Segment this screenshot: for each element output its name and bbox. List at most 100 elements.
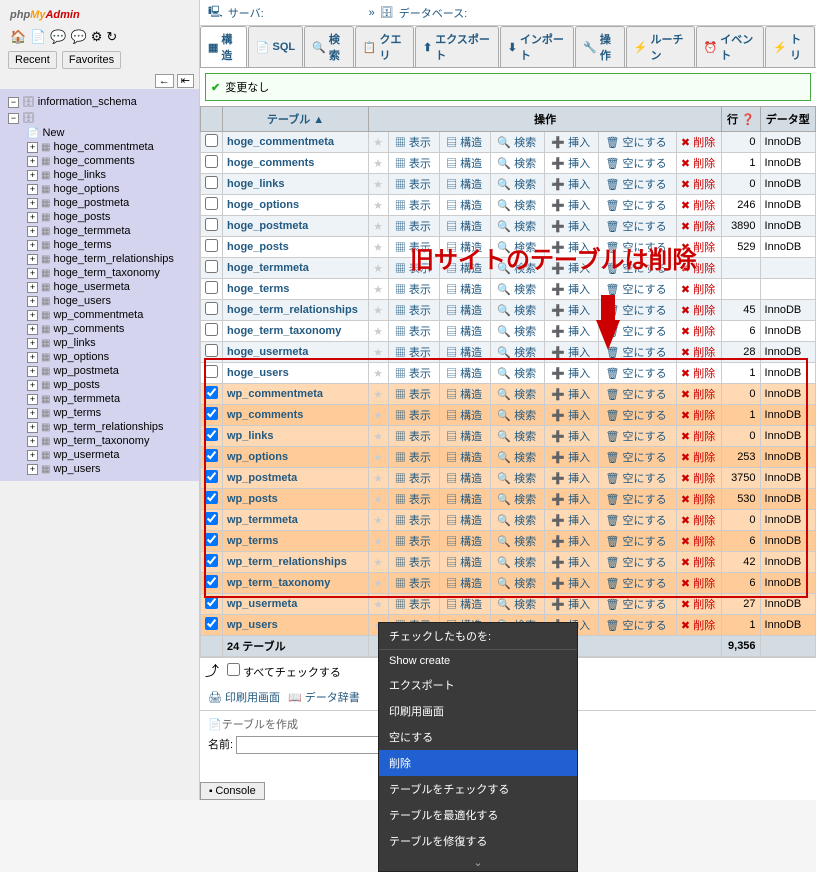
tree-table[interactable]: +▦hoge_termmeta [25, 224, 196, 238]
drop-link[interactable]: ✖ 削除 [681, 494, 715, 506]
browse-link[interactable]: ▦ 表示 [393, 137, 433, 149]
data-dict-link[interactable]: 📖 データ辞書 [288, 689, 360, 705]
tab-5[interactable]: ⬇インポート [500, 26, 574, 67]
struct-link[interactable]: ▤ 構造 [444, 326, 484, 338]
struct-link[interactable]: ▤ 構造 [444, 158, 484, 170]
browse-link[interactable]: ▦ 表示 [393, 536, 433, 548]
table-link[interactable]: hoge_options [227, 199, 299, 211]
empty-link[interactable]: 🗑 空にする [603, 410, 668, 422]
search-link[interactable]: 🔍 検索 [495, 389, 538, 401]
empty-link[interactable]: 🗑 空にする [603, 557, 668, 569]
browse-link[interactable]: ▦ 表示 [393, 305, 433, 317]
struct-link[interactable]: ▤ 構造 [444, 221, 484, 233]
struct-link[interactable]: ▤ 構造 [444, 410, 484, 422]
row-checkbox[interactable] [205, 344, 218, 357]
row-checkbox[interactable] [205, 596, 218, 609]
table-link[interactable]: hoge_term_taxonomy [227, 325, 341, 337]
drop-link[interactable]: ✖ 削除 [681, 200, 715, 212]
empty-link[interactable]: 🗑 空にする [603, 578, 668, 590]
search-link[interactable]: 🔍 検索 [495, 515, 538, 527]
row-checkbox[interactable] [205, 617, 218, 630]
tree-table[interactable]: +▦wp_users [25, 462, 196, 476]
tree-db[interactable]: −🗄information_schema [3, 94, 196, 110]
insert-link[interactable]: ➕ 挿入 [549, 221, 592, 233]
table-link[interactable]: wp_terms [227, 535, 278, 547]
browse-link[interactable]: ▦ 表示 [393, 494, 433, 506]
drop-link[interactable]: ✖ 削除 [681, 473, 715, 485]
col-rows[interactable]: 行 ❓ [722, 107, 760, 132]
search-link[interactable]: 🔍 検索 [495, 368, 538, 380]
browse-link[interactable]: ▦ 表示 [393, 473, 433, 485]
drop-link[interactable]: ✖ 削除 [681, 536, 715, 548]
table-link[interactable]: wp_term_taxonomy [227, 577, 330, 589]
drop-link[interactable]: ✖ 削除 [681, 179, 715, 191]
struct-link[interactable]: ▤ 構造 [444, 179, 484, 191]
browse-link[interactable]: ▦ 表示 [393, 347, 433, 359]
browse-link[interactable]: ▦ 表示 [393, 284, 433, 296]
struct-link[interactable]: ▤ 構造 [444, 137, 484, 149]
print-link[interactable]: 🖨 印刷用画面 [208, 689, 280, 705]
row-checkbox[interactable] [205, 365, 218, 378]
tree-table[interactable]: +▦hoge_comments [25, 154, 196, 168]
dropdown-item[interactable]: テーブルを最適化する [379, 802, 577, 828]
browse-link[interactable]: ▦ 表示 [393, 200, 433, 212]
search-link[interactable]: 🔍 検索 [495, 473, 538, 485]
star-icon[interactable]: ★ [373, 389, 383, 401]
empty-link[interactable]: 🗑 空にする [603, 137, 668, 149]
struct-link[interactable]: ▤ 構造 [444, 200, 484, 212]
insert-link[interactable]: ➕ 挿入 [549, 431, 592, 443]
check-all[interactable]: すべてチェックする [227, 663, 341, 680]
tree-table[interactable]: +▦wp_comments [25, 322, 196, 336]
search-link[interactable]: 🔍 検索 [495, 431, 538, 443]
dropdown-item[interactable]: テーブルを修復する [379, 828, 577, 854]
table-link[interactable]: hoge_links [227, 178, 284, 190]
drop-link[interactable]: ✖ 削除 [681, 221, 715, 233]
tree-table[interactable]: +▦hoge_term_relationships [25, 252, 196, 266]
table-link[interactable]: hoge_comments [227, 157, 314, 169]
row-checkbox[interactable] [205, 428, 218, 441]
table-link[interactable]: hoge_usermeta [227, 346, 308, 358]
tree-new[interactable]: 📄New [25, 126, 196, 140]
table-link[interactable]: wp_comments [227, 409, 303, 421]
tree-table[interactable]: +▦wp_term_relationships [25, 420, 196, 434]
table-link[interactable]: hoge_postmeta [227, 220, 308, 232]
dropdown-item[interactable]: テーブルをチェックする [379, 776, 577, 802]
search-link[interactable]: 🔍 検索 [495, 284, 538, 296]
star-icon[interactable]: ★ [373, 263, 383, 275]
row-checkbox[interactable] [205, 155, 218, 168]
search-link[interactable]: 🔍 検索 [495, 326, 538, 338]
search-link[interactable]: 🔍 検索 [495, 494, 538, 506]
browse-link[interactable]: ▦ 表示 [393, 221, 433, 233]
struct-link[interactable]: ▤ 構造 [444, 368, 484, 380]
empty-link[interactable]: 🗑 空にする [603, 452, 668, 464]
table-link[interactable]: hoge_commentmeta [227, 136, 334, 148]
drop-link[interactable]: ✖ 削除 [681, 137, 715, 149]
drop-link[interactable]: ✖ 削除 [681, 347, 715, 359]
empty-link[interactable]: 🗑 空にする [603, 221, 668, 233]
row-checkbox[interactable] [205, 323, 218, 336]
tree-table[interactable]: +▦hoge_usermeta [25, 280, 196, 294]
col-type[interactable]: データ型 [760, 107, 815, 132]
tree-table[interactable]: +▦hoge_links [25, 168, 196, 182]
tree-table[interactable]: +▦hoge_commentmeta [25, 140, 196, 154]
tab-6[interactable]: 🔧操作 [575, 26, 625, 67]
star-icon[interactable]: ★ [373, 221, 383, 233]
tree-table[interactable]: +▦wp_usermeta [25, 448, 196, 462]
sql-icon[interactable]: 💬 [50, 29, 66, 45]
browse-link[interactable]: ▦ 表示 [393, 599, 433, 611]
drop-link[interactable]: ✖ 削除 [681, 620, 715, 632]
tree-table[interactable]: +▦hoge_postmeta [25, 196, 196, 210]
insert-link[interactable]: ➕ 挿入 [549, 305, 592, 317]
tree-table[interactable]: +▦hoge_term_taxonomy [25, 266, 196, 280]
star-icon[interactable]: ★ [373, 305, 383, 317]
struct-link[interactable]: ▤ 構造 [444, 557, 484, 569]
drop-link[interactable]: ✖ 削除 [681, 557, 715, 569]
docs-icon[interactable]: 💬 [71, 29, 87, 45]
browse-link[interactable]: ▦ 表示 [393, 158, 433, 170]
drop-link[interactable]: ✖ 削除 [681, 431, 715, 443]
star-icon[interactable]: ★ [373, 284, 383, 296]
search-link[interactable]: 🔍 検索 [495, 200, 538, 212]
insert-link[interactable]: ➕ 挿入 [549, 410, 592, 422]
favorites-tab[interactable]: Favorites [62, 51, 121, 69]
empty-link[interactable]: 🗑 空にする [603, 494, 668, 506]
